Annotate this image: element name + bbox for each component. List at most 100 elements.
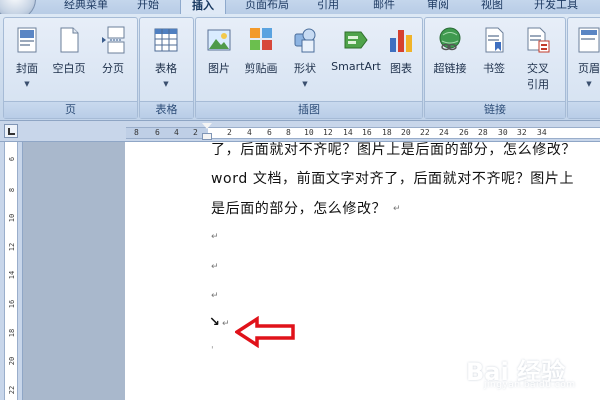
hyperlink-label: 超链接 [433, 62, 467, 75]
ribbon-tab-bar: 经典菜单 开始 插入 页面布局 引用 邮件 审阅 视图 开发工具 [0, 0, 600, 14]
hyperlink-icon [439, 27, 461, 51]
group-label-links: 链接 [425, 101, 565, 118]
ruler-tick: 8 [134, 128, 139, 137]
ruler-tick: 20 [401, 128, 411, 137]
group-label-header-footer [568, 101, 600, 118]
chevron-down-icon: ▼ [586, 80, 592, 88]
group-label-illustrations: 插图 [196, 101, 422, 118]
ruler-tick: 28 [478, 128, 488, 137]
ruler-tick: 4 [174, 128, 179, 137]
tab-review[interactable]: 审阅 [418, 0, 458, 14]
chart-button[interactable]: 图表 [384, 26, 418, 102]
vruler-tick: 20 [8, 356, 16, 366]
ruler-tick: 6 [267, 128, 272, 137]
ruler-tick: 16 [362, 128, 372, 137]
ruler-tick: 4 [247, 128, 252, 137]
clip-art-button[interactable]: 剪贴画 [244, 26, 278, 102]
ruler-tick: 26 [459, 128, 469, 137]
ruler-tick: 12 [323, 128, 333, 137]
ruler-tick: 32 [517, 128, 527, 137]
vruler-tick: 22 [8, 385, 16, 395]
bookmark-icon [485, 27, 504, 53]
document-text-line[interactable]: 了，后面就对不齐呢？图片上是后面的部分，怎么修改？ [211, 142, 576, 159]
ruler-tick: 2 [227, 128, 232, 137]
page-break-label: 分页 [102, 62, 124, 75]
tab-page-layout[interactable]: 页面布局 [236, 0, 298, 14]
first-line-indent-marker[interactable] [202, 123, 212, 129]
ruler-tick: 30 [498, 128, 508, 137]
vruler-tick: 18 [8, 328, 16, 338]
ruler-tick: 10 [304, 128, 314, 137]
cross-reference-label: 交叉 [527, 62, 549, 75]
group-header-footer: 页眉 ▼ [567, 17, 600, 119]
ruler-tick: 18 [382, 128, 392, 137]
header-label: 页眉 [578, 62, 600, 75]
bookmark-label: 书签 [483, 62, 505, 75]
blank-page-label: 空白页 [52, 62, 86, 75]
shapes-icon [294, 28, 316, 53]
left-tab-icon [8, 128, 15, 135]
left-indent-marker[interactable] [202, 133, 212, 140]
chevron-down-icon: ▼ [24, 80, 30, 88]
picture-icon [207, 29, 231, 51]
vertical-ruler-strip: 6 8 10 12 14 16 18 20 22 [4, 142, 18, 400]
shapes-button[interactable]: 形状 ▼ [288, 26, 322, 102]
annotation-arrow-icon [235, 316, 295, 348]
document-text-line[interactable]: word 文档，前面文字对齐了，后面就对不齐呢？图片上 [211, 168, 574, 188]
vertical-ruler[interactable]: 6 8 10 12 14 16 18 20 22 [0, 142, 23, 400]
vruler-tick: 12 [8, 242, 16, 252]
tab-view[interactable]: 视图 [472, 0, 512, 14]
table-icon [154, 28, 178, 52]
clip-art-icon [250, 28, 272, 50]
ruler-tick: 22 [420, 128, 430, 137]
baidu-jingyan-watermark: Bai 经验 jingyan.baidu.com [466, 350, 596, 394]
horizontal-ruler[interactable]: 8 6 4 2 2 4 6 8 10 12 14 16 18 20 22 24 … [0, 121, 600, 142]
paragraph-mark: ↵ [222, 319, 230, 329]
paragraph-mark: ↵ [211, 262, 219, 272]
tab-selector-button[interactable] [4, 124, 18, 138]
paragraph-mark: ↵ [211, 232, 219, 242]
office-button[interactable] [0, 0, 36, 14]
group-tables: 表格 ▼ 表格 [139, 17, 194, 119]
tab-references[interactable]: 引用 [308, 0, 348, 14]
group-pages: 封面 ▼ 空白页 分页 页 [3, 17, 138, 119]
chart-icon [390, 30, 412, 52]
shapes-label: 形状 [294, 62, 316, 75]
paragraph-mark: ↵ [211, 291, 219, 301]
vruler-tick: 10 [8, 213, 16, 223]
cross-reference-icon [527, 27, 550, 53]
cover-page-button[interactable]: 封面 ▼ [10, 26, 44, 102]
table-button[interactable]: 表格 ▼ [149, 26, 183, 102]
group-links: 超链接 书签 交叉 引用 链接 [424, 17, 566, 119]
chevron-down-icon: ▼ [163, 80, 169, 88]
header-button[interactable]: 页眉 ▼ [572, 26, 600, 102]
smartart-button[interactable]: SmartArt [331, 26, 381, 102]
ruler-tick: 14 [343, 128, 353, 137]
cover-page-icon [17, 27, 37, 53]
ruler-tick: 2 [193, 128, 198, 137]
ribbon: 封面 ▼ 空白页 分页 页 表格 ▼ 表格 图片 剪贴画 形状 ▼ SmartA… [0, 14, 600, 121]
cross-reference-button[interactable]: 交叉 引用 [521, 26, 555, 102]
tab-insert[interactable]: 插入 [180, 0, 226, 14]
header-icon [578, 27, 600, 53]
smartart-icon [344, 31, 368, 49]
tab-mailings[interactable]: 邮件 [364, 0, 404, 14]
tab-developer[interactable]: 开发工具 [526, 0, 586, 14]
table-label: 表格 [155, 62, 177, 75]
picture-button[interactable]: 图片 [202, 26, 236, 102]
hyperlink-button[interactable]: 超链接 [433, 26, 467, 102]
blank-page-button[interactable]: 空白页 [52, 26, 86, 102]
document-text-line[interactable]: 是后面的部分，怎么修改？ [211, 198, 386, 218]
page-break-button[interactable]: 分页 [96, 26, 130, 102]
bookmark-button[interactable]: 书签 [477, 26, 511, 102]
tab-home[interactable]: 开始 [128, 0, 168, 14]
anchor-arrow-mark: ↘ [209, 315, 220, 330]
watermark-site: jingyan.baidu.com [484, 380, 576, 390]
group-illustrations: 图片 剪贴画 形状 ▼ SmartArt 图表 插图 [195, 17, 423, 119]
group-label-pages: 页 [4, 101, 137, 118]
blank-page-icon [60, 27, 79, 53]
ruler-tick: 34 [537, 128, 547, 137]
tab-classic-menu[interactable]: 经典菜单 [56, 0, 116, 14]
group-label-tables: 表格 [140, 101, 193, 118]
vruler-tick: 6 [8, 156, 16, 162]
